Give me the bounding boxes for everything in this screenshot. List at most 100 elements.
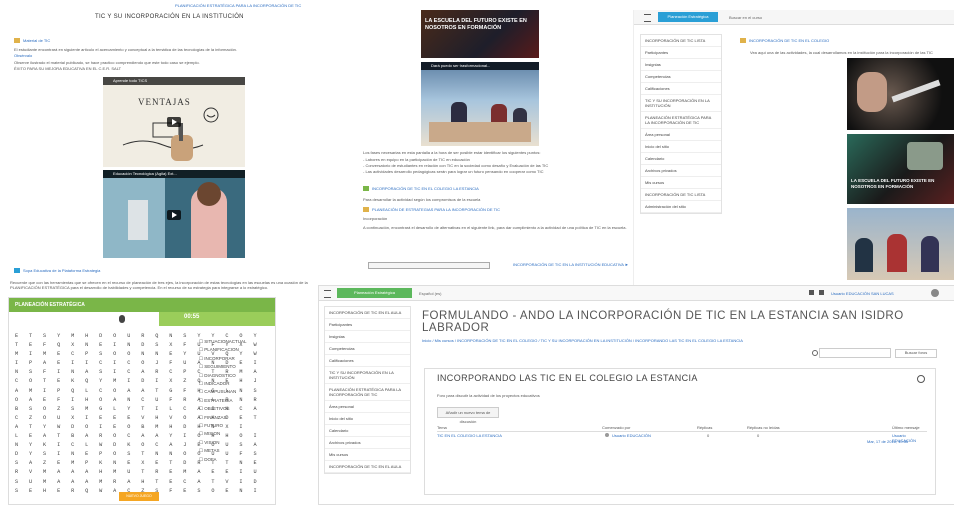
play-icon-2[interactable] bbox=[167, 210, 181, 220]
search-forums-button[interactable]: Buscar foros bbox=[895, 349, 937, 358]
video-player-educacion[interactable]: Educación Tecnológica (Agila) Ext... bbox=[103, 170, 245, 258]
folder-icon bbox=[363, 207, 369, 213]
observe-link[interactable]: Obsérvalo bbox=[14, 53, 32, 58]
breadcrumb[interactable]: PLANIFICACIÓN ESTRATÉGICA PARA LA INCORP… bbox=[175, 3, 301, 8]
sidebar-item[interactable]: Insignias bbox=[641, 59, 721, 71]
sidebar-item[interactable]: Calendario bbox=[641, 153, 721, 165]
brand-logo[interactable]: Planeación Estratégica bbox=[658, 12, 718, 22]
column-replies[interactable]: Réplicas bbox=[697, 425, 712, 430]
column-unread[interactable]: Réplicas no leídas bbox=[747, 425, 780, 430]
sidebar-item[interactable]: Insignias bbox=[325, 331, 410, 343]
column-author[interactable]: Comenzado por bbox=[602, 425, 630, 430]
sidebar-item[interactable]: Inicio del sitio bbox=[325, 413, 410, 425]
sidebar-item[interactable]: Mis cursos bbox=[325, 449, 410, 461]
video-thumbnail-escuela-futuro[interactable]: LA ESCUELA DEL FUTURO EXISTE EN NOSOTROS… bbox=[847, 134, 954, 204]
forum-icon bbox=[363, 186, 369, 192]
next-activity-link[interactable]: INCORPORACIÓN DE TIC EN LA INSTITUCIÓN E… bbox=[513, 262, 629, 267]
sidebar-item[interactable]: Administración del sitio bbox=[641, 201, 721, 213]
sidebar-item[interactable]: INCORPORACIÓN DE TIC EN EL AULA bbox=[325, 307, 410, 319]
puzzle-icon bbox=[14, 268, 20, 274]
material-link[interactable]: Material de TIC bbox=[14, 38, 50, 44]
message-icon[interactable] bbox=[819, 290, 824, 295]
word-list-item: ☐ MISION bbox=[199, 431, 221, 437]
column-last-post[interactable]: Último mensaje bbox=[892, 425, 920, 430]
sidebar-item[interactable]: PLANEACIÓN ESTRATÉGICA PARA LA INCORPORA… bbox=[325, 384, 410, 401]
column-topic[interactable]: Tema bbox=[437, 425, 447, 430]
word-list-item: ☐ SITUACIONACTUAL bbox=[199, 339, 247, 344]
author-avatar bbox=[605, 433, 609, 437]
word-list-item: ☐ ESTRATEGIA bbox=[199, 397, 233, 403]
row-topic-link[interactable]: TIC EN EL COLEGIO LA ESTANCIA bbox=[437, 433, 502, 438]
sidebar-item[interactable]: Archivos privados bbox=[641, 165, 721, 177]
game-header: PLANEACIÓN ESTRATÉGICA bbox=[9, 298, 275, 312]
breadcrumb-2[interactable]: Inicio / Mis cursos / INCORPORACIÓN DE T… bbox=[422, 338, 942, 343]
forum-search-input[interactable] bbox=[812, 348, 891, 358]
sidebar-item[interactable]: Competencias bbox=[641, 71, 721, 83]
sidebar-item[interactable]: PLANEACIÓN ESTRATÉGICA PARA LA INCORPORA… bbox=[641, 112, 721, 129]
menu-icon[interactable] bbox=[324, 290, 331, 298]
scrollbar[interactable] bbox=[368, 262, 490, 269]
sidebar-item[interactable]: Participantes bbox=[641, 47, 721, 59]
avatar[interactable] bbox=[931, 289, 939, 297]
sidebar-item[interactable]: Mis cursos bbox=[641, 177, 721, 189]
brand-logo-2[interactable]: Planeación Estratégica bbox=[337, 288, 412, 298]
add-discussion-button[interactable]: Añadir un nuevo tema de discusión bbox=[437, 407, 499, 424]
row-author[interactable]: Usuario EDUCACIÓN bbox=[612, 433, 651, 438]
intro-text-2: Observe ilustrado el material publicado,… bbox=[14, 60, 200, 65]
panel-course-page-2: LA ESCUELA DEL FUTURO EXISTE EN NOSOTROS… bbox=[323, 0, 633, 270]
sidebar-item[interactable]: Calificaciones bbox=[641, 83, 721, 95]
row-last-date[interactable]: Mar, 17 de 2016, 10:55 bbox=[867, 439, 908, 444]
phases-text: Los fases necesarias en esta pantalla a … bbox=[363, 150, 541, 155]
planning-link[interactable]: PLANEACIÓN DE ESTRATEGIAS PARA LA INCORP… bbox=[363, 207, 501, 213]
play-icon[interactable] bbox=[167, 117, 181, 127]
row-replies: 0 bbox=[707, 433, 710, 438]
section-title: INCORPORACIÓN DE TIC EN EL COLEGIO bbox=[749, 38, 830, 43]
sidebar-item[interactable]: Archivos privados bbox=[325, 437, 410, 449]
sidebar-item[interactable]: Participantes bbox=[325, 319, 410, 331]
menu-icon[interactable] bbox=[644, 14, 651, 22]
video-thumbnail-robotics[interactable] bbox=[847, 58, 954, 130]
row-unread: 0 bbox=[757, 433, 760, 438]
word-search-game[interactable]: PLANEACIÓN ESTRATÉGICA 00:55 E T S Y M H… bbox=[8, 297, 276, 505]
intro-text-3: ÉXITO PARA SU MEJORA EDUCATIVA EN EL C.E… bbox=[14, 66, 122, 71]
sidebar-item[interactable]: INCORPORACIÓN DE TIC LISTA bbox=[641, 189, 721, 201]
gear-icon[interactable] bbox=[917, 375, 925, 383]
description-text: A continuación, encontrará el desarrollo… bbox=[363, 225, 627, 230]
video-player-transformacional[interactable]: Dará puedo ser trasformacional... bbox=[421, 62, 539, 146]
notification-icon[interactable] bbox=[809, 290, 814, 295]
clock-icon bbox=[119, 315, 125, 323]
video-thumbnail-escuela[interactable]: LA ESCUELA DEL FUTURO EXISTE EN NOSOTROS… bbox=[421, 10, 539, 58]
page-title: TIC Y SU INCORPORACIÓN EN LA INSTITUCIÓN bbox=[95, 14, 244, 20]
sidebar-item[interactable]: Área personal bbox=[325, 401, 410, 413]
word-list-item: ☐ METAS bbox=[199, 448, 220, 454]
sidebar-item[interactable]: Calificaciones bbox=[325, 355, 410, 367]
planning-link-label: PLANEACIÓN DE ESTRATEGIAS PARA LA INCORP… bbox=[372, 207, 501, 212]
sidebar-item[interactable]: Inicio del sitio bbox=[641, 141, 721, 153]
table-row[interactable]: TIC EN EL COLEGIO LA ESTANCIA Usuario ED… bbox=[437, 433, 927, 447]
video-thumbnail-classroom[interactable] bbox=[847, 208, 954, 280]
grid-row[interactable]: S U M A A A M R A H T E C A T V I D bbox=[15, 478, 260, 487]
word-list-item: ☐ PLANIFICACION bbox=[199, 347, 239, 353]
word-list-item: ☐ VISION bbox=[199, 439, 220, 445]
folder-icon bbox=[14, 38, 20, 44]
sidebar-item[interactable]: INCORPORACIÓN DE TIC EN EL AULA bbox=[325, 461, 410, 473]
video-player-ventajas[interactable]: Aprende todo TICS VENTAJAS bbox=[103, 77, 245, 167]
forum-link[interactable]: INCORPORACIÓN DE TIC EN EL COLEGIO LA ES… bbox=[363, 186, 479, 192]
word-list: ☐ SITUACIONACTUAL ☐ PLANIFICACION ☐ INCORP… bbox=[199, 338, 247, 464]
sidebar-item[interactable]: INCORPORACIÓN DE TIC LISTA bbox=[641, 35, 721, 47]
user-menu[interactable]: Usuario EDUCACIÓN SAN LUCAS bbox=[831, 291, 894, 296]
forum-link-label: INCORPORACIÓN DE TIC EN EL COLEGIO LA ES… bbox=[372, 186, 479, 191]
word-list-item: ☐ CAMPUSUNAN bbox=[199, 389, 237, 395]
sidebar-item[interactable]: TIC Y SU INCORPORACIÓN EN LA INSTITUCIÓN bbox=[641, 95, 721, 112]
sidebar-item[interactable]: Competencias bbox=[325, 343, 410, 355]
sidebar-item[interactable]: Calendario bbox=[325, 425, 410, 437]
sidebar-item[interactable]: Área personal bbox=[641, 129, 721, 141]
new-game-button[interactable]: NUEVO JUEGO bbox=[119, 492, 159, 501]
video-overlay-text: LA ESCUELA DEL FUTURO EXISTE EN NOSOTROS… bbox=[425, 18, 527, 31]
sidebar-item[interactable]: TIC Y SU INCORPORACIÓN EN LA INSTITUCIÓN bbox=[325, 367, 410, 384]
language-menu[interactable]: Español (es) bbox=[419, 291, 441, 296]
course-search[interactable]: Buscar en el curso bbox=[729, 15, 762, 20]
grid-row[interactable]: R V M A A A H M U T R E M A E E I U bbox=[15, 468, 260, 477]
section-link[interactable]: INCORPORACIÓN DE TIC EN EL COLEGIO bbox=[740, 38, 830, 44]
wordsearch-link[interactable]: Sopa Educativa de la Plataforma Estrateg… bbox=[14, 268, 100, 274]
